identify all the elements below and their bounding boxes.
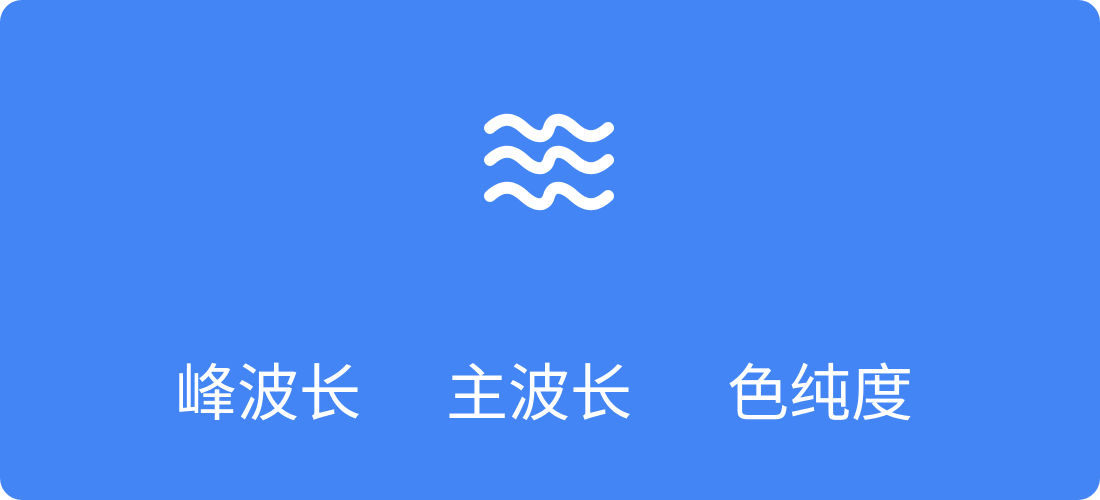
water-waves-icon xyxy=(484,112,614,232)
info-card: 峰波长 主波长 色纯度 xyxy=(0,0,1100,500)
metric-labels: 峰波长 主波长 色纯度 xyxy=(0,354,1100,434)
label-dominant-wavelength: 主波长 xyxy=(446,357,633,430)
label-color-purity: 色纯度 xyxy=(727,357,914,430)
label-peak-wavelength: 峰波长 xyxy=(175,357,362,430)
